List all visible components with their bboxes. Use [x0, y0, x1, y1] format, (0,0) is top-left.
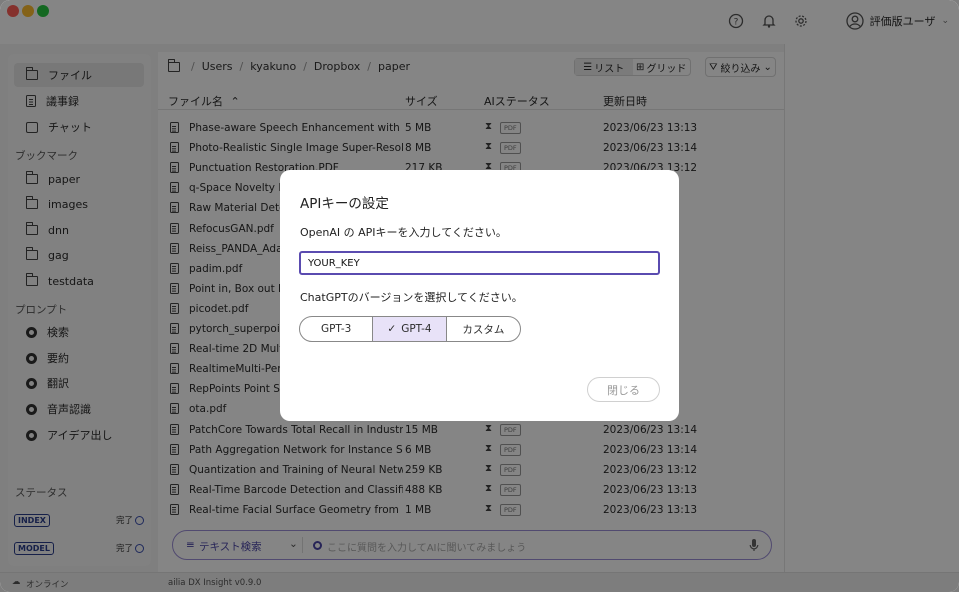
version-label: ChatGPTのバージョンを選択してください。	[300, 291, 523, 304]
version-option-gpt3[interactable]: GPT-3	[300, 317, 374, 341]
api-key-input[interactable]	[299, 251, 660, 275]
checkmark-icon: ✓	[387, 323, 397, 335]
version-selector: GPT-3 ✓ GPT-4 カスタム	[299, 316, 521, 342]
dialog-title: APIキーの設定	[300, 196, 389, 212]
api-key-label: OpenAI の APIキーを入力してください。	[300, 226, 507, 239]
app-window: ? 評価版ユーザ ⌄ ファイル 議事録 チャット ブックマーク paper im…	[0, 0, 959, 592]
version-option-label: GPT-3	[320, 323, 352, 335]
api-key-dialog: APIキーの設定 OpenAI の APIキーを入力してください。 ChatGP…	[280, 170, 679, 421]
close-button[interactable]: 閉じる	[587, 377, 660, 402]
version-option-label: カスタム	[462, 323, 505, 336]
version-option-gpt4[interactable]: ✓ GPT-4	[373, 317, 447, 341]
version-option-custom[interactable]: カスタム	[447, 317, 520, 341]
version-option-label: GPT-4	[401, 323, 432, 335]
